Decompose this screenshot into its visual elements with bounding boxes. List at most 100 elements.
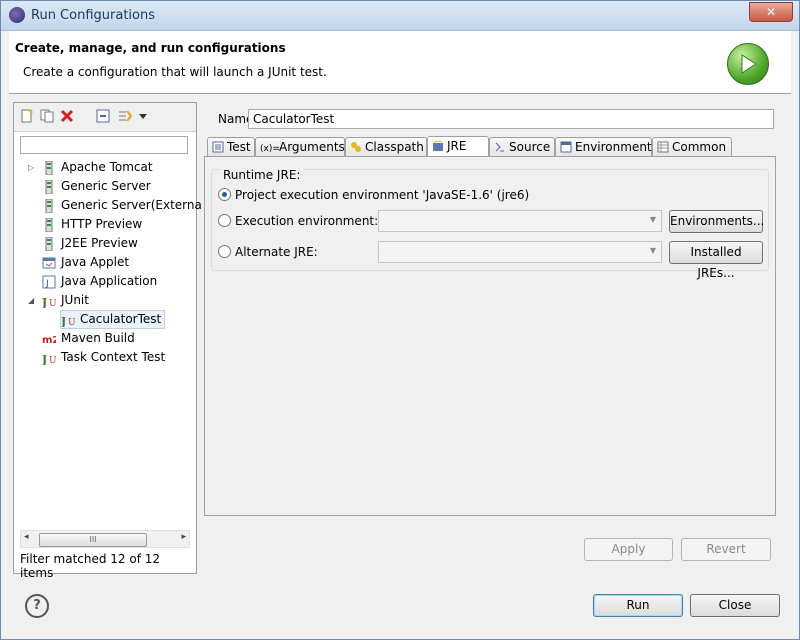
- tab-environment[interactable]: Environment: [555, 137, 652, 156]
- title-bar: Run Configurations ✕: [1, 1, 799, 31]
- tree-item-j2ee-preview[interactable]: J2EE Preview: [42, 234, 138, 253]
- classpath-tab-icon: [351, 142, 361, 152]
- tree-item-java-applet[interactable]: Java Applet: [42, 253, 129, 272]
- tree-toolbar: [14, 103, 196, 132]
- banner-title: Create, manage, and run configurations: [15, 41, 286, 55]
- tree-item-label: Java Application: [61, 274, 158, 288]
- svg-text:m2: m2: [42, 335, 56, 346]
- svg-text:U: U: [49, 299, 56, 308]
- installed-jres-button[interactable]: Installed JREs...: [669, 241, 763, 280]
- view-menu-dropdown-icon[interactable]: [138, 109, 148, 123]
- tree-item-label: Generic Server(Externa: [61, 198, 202, 212]
- environment-tab-icon: [560, 141, 572, 153]
- project-environment-label: Project execution environment 'JavaSE-1.…: [235, 188, 530, 202]
- delete-icon[interactable]: [60, 109, 74, 123]
- tree-item-label: Java Applet: [61, 255, 130, 269]
- execution-environment-radio[interactable]: Execution environment:: [218, 214, 378, 228]
- tree-item-label: CaculatorTest: [80, 312, 162, 326]
- new-configuration-icon[interactable]: [20, 109, 34, 123]
- tree-item-generic-server[interactable]: Generic Server: [42, 177, 151, 196]
- apply-button[interactable]: Apply: [584, 538, 673, 561]
- eclipse-icon: [9, 7, 25, 23]
- tree-item-http-preview[interactable]: HTTP Preview: [42, 215, 142, 234]
- arguments-tab-icon: (x)=: [260, 144, 280, 154]
- tree-item-task-context-test[interactable]: J U Task Context Test: [42, 348, 165, 367]
- tab-source[interactable]: Source: [489, 137, 555, 156]
- tab-common[interactable]: Common: [652, 137, 732, 156]
- window-title: Run Configurations: [31, 8, 155, 23]
- tree-item-label: Task Context Test: [61, 350, 166, 364]
- tree-item-label: Generic Server: [61, 179, 151, 193]
- tree-item-label: Maven Build: [61, 331, 135, 345]
- scrollbar-thumb[interactable]: III: [39, 533, 147, 547]
- header-banner: Create, manage, and run configurations C…: [9, 31, 791, 94]
- applet-icon: [42, 257, 56, 268]
- chevron-down-icon: ▼: [649, 215, 656, 224]
- scroll-left-icon[interactable]: ◂: [24, 532, 29, 542]
- alternate-jre-label: Alternate JRE:: [235, 245, 318, 259]
- runtime-jre-group: Runtime JRE: Project execution environme…: [211, 168, 769, 280]
- svg-text:J: J: [61, 315, 66, 327]
- server-icon: [45, 236, 53, 251]
- tree-collapse-icon[interactable]: ◢: [28, 291, 34, 310]
- common-tab-icon: [657, 141, 669, 153]
- tree-item-caculatortest[interactable]: J U CaculatorTest: [60, 310, 166, 329]
- project-environment-radio[interactable]: Project execution environment 'JavaSE-1.…: [218, 188, 529, 202]
- revert-button[interactable]: Revert: [681, 538, 771, 561]
- help-icon[interactable]: ?: [25, 594, 49, 618]
- run-configurations-dialog: Run Configurations ✕ Create, manage, and…: [0, 0, 800, 640]
- tree-item-label: HTTP Preview: [61, 217, 143, 231]
- svg-text:J: J: [45, 279, 49, 289]
- tree-item-label: Apache Tomcat: [61, 160, 153, 174]
- close-button[interactable]: Close: [690, 594, 780, 617]
- window-close-button[interactable]: ✕: [749, 2, 793, 22]
- alternate-jre-combo[interactable]: ▼: [378, 241, 662, 263]
- alternate-jre-radio[interactable]: Alternate JRE:: [218, 245, 318, 259]
- configuration-name-input[interactable]: CaculatorTest: [248, 109, 774, 129]
- radio-unselected-icon[interactable]: [218, 245, 231, 258]
- svg-text:U: U: [68, 318, 75, 327]
- maven-icon: m2: [42, 335, 56, 346]
- jre-tab-icon: [433, 140, 443, 151]
- tab-test[interactable]: Test: [207, 137, 255, 156]
- tree-item-generic-server-external[interactable]: Generic Server(Externa: [42, 196, 202, 215]
- junit-icon: JU: [42, 353, 56, 365]
- runtime-jre-group-title: Runtime JRE:: [220, 168, 304, 182]
- radio-selected-icon[interactable]: [218, 188, 231, 201]
- tab-jre[interactable]: JRE: [427, 136, 489, 157]
- tree-item-label: J2EE Preview: [61, 236, 138, 250]
- chevron-down-icon: ▼: [649, 246, 656, 255]
- tab-arguments[interactable]: (x)=Arguments: [255, 137, 345, 156]
- server-icon: [45, 179, 53, 194]
- svg-text:J: J: [42, 353, 47, 365]
- tab-classpath[interactable]: Classpath: [345, 137, 427, 156]
- run-icon: [727, 43, 769, 85]
- collapse-all-icon[interactable]: [96, 109, 110, 123]
- tree-expand-icon[interactable]: ▷: [28, 158, 34, 177]
- execution-environment-label: Execution environment:: [235, 214, 379, 228]
- svg-text:J: J: [42, 296, 47, 308]
- filter-input[interactable]: [20, 136, 188, 154]
- duplicate-icon[interactable]: [40, 109, 54, 123]
- configuration-editor: Name: CaculatorTest Test (x)=Arguments C…: [204, 102, 776, 516]
- tree-horizontal-scrollbar[interactable]: ◂ III ▸: [20, 530, 190, 548]
- configuration-tree-panel: ▷ Apache Tomcat Generic Server Generic S…: [13, 102, 202, 580]
- radio-unselected-icon[interactable]: [218, 214, 231, 227]
- execution-environment-combo[interactable]: ▼: [378, 210, 662, 232]
- filter-icon[interactable]: [118, 109, 132, 123]
- tree-item-maven-build[interactable]: m2 Maven Build: [42, 329, 135, 348]
- scroll-right-icon[interactable]: ▸: [181, 532, 186, 542]
- tree-item-label: JUnit: [61, 293, 89, 307]
- source-tab-icon: [495, 142, 504, 152]
- svg-text:U: U: [49, 356, 56, 365]
- java-app-icon: J: [42, 275, 56, 289]
- server-icon: [45, 198, 53, 213]
- junit-icon: JU: [61, 315, 75, 327]
- server-icon: [45, 217, 53, 232]
- environments-button[interactable]: Environments...: [669, 210, 764, 233]
- server-icon: [45, 160, 53, 175]
- filter-status-text: Filter matched 12 of 12 items: [20, 552, 161, 580]
- test-tab-icon: [212, 141, 224, 153]
- run-button[interactable]: Run: [593, 594, 683, 617]
- tree-item-java-application[interactable]: J Java Application: [42, 272, 157, 291]
